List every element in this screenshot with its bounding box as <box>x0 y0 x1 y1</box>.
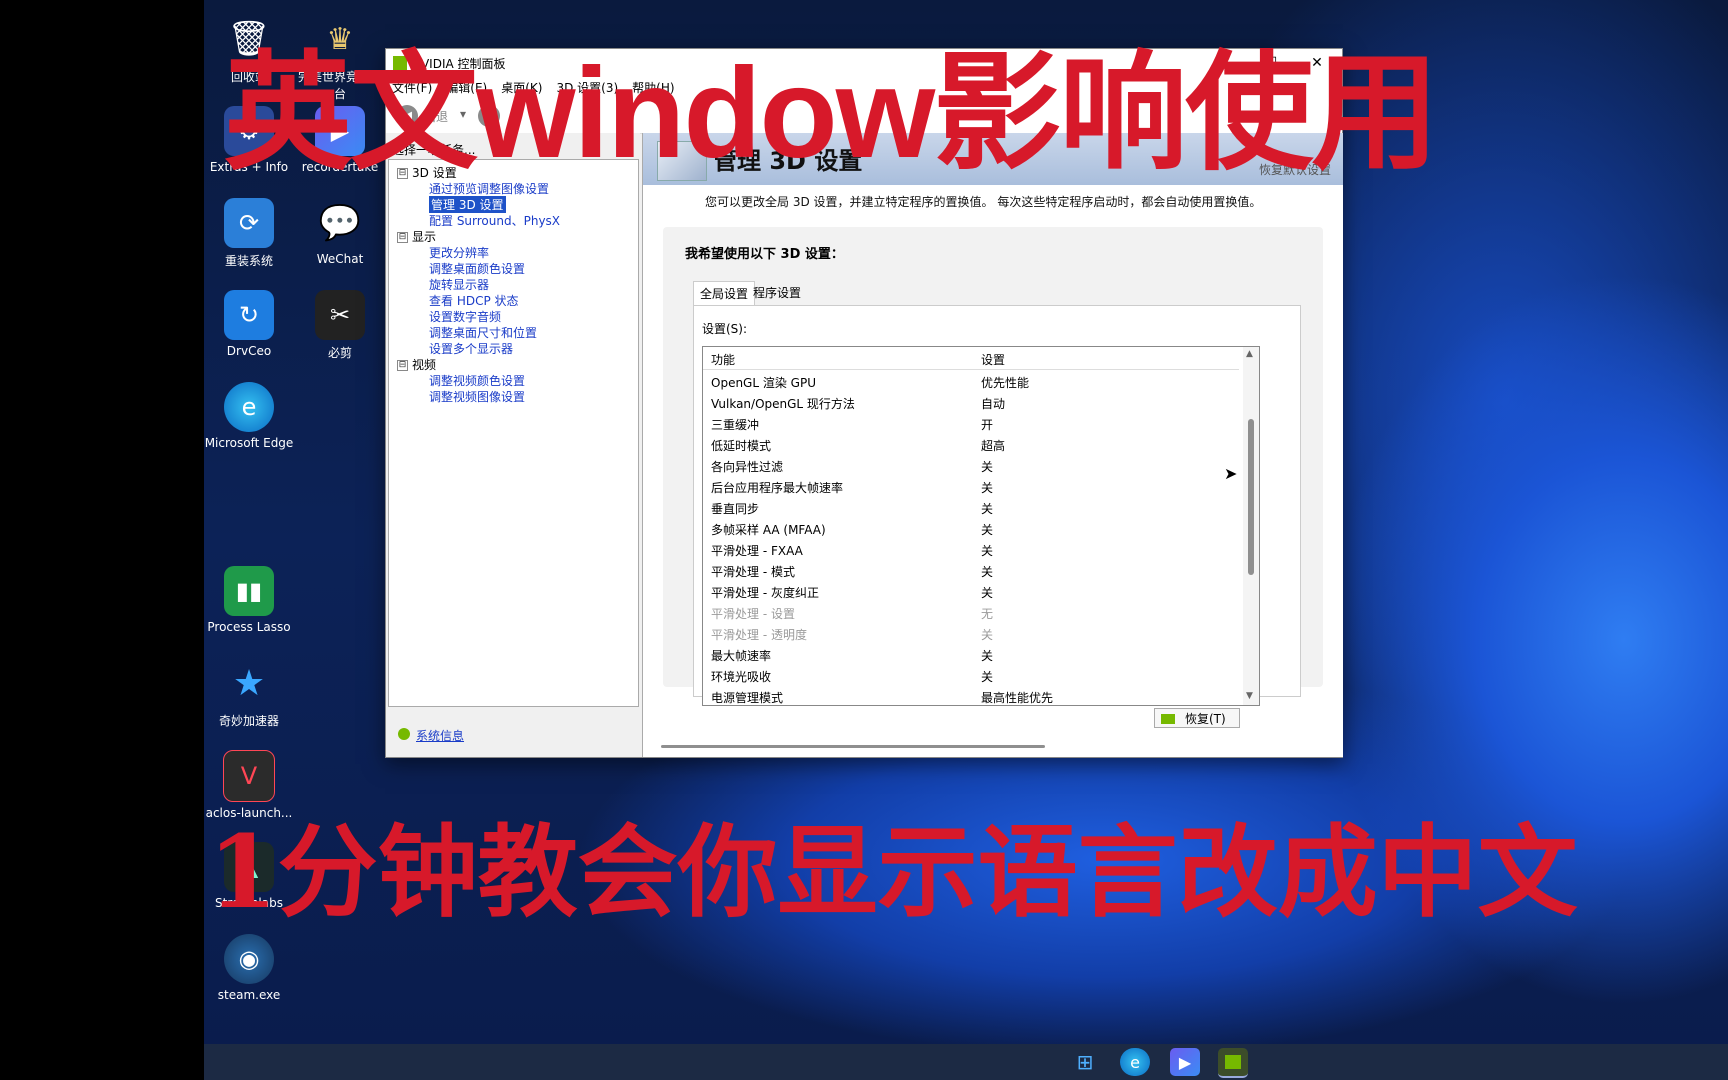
desktop-icon-reinstall-system[interactable]: ⟳ 重装系统 <box>204 198 294 269</box>
settings-row[interactable]: 平滑处理 - 模式关 <box>703 560 1239 581</box>
tab-global-settings[interactable]: 全局设置 <box>693 281 756 306</box>
tree-item-hdcp-status[interactable]: 查看 HDCP 状态 <box>429 292 519 309</box>
tree-item-digital-audio[interactable]: 设置数字音频 <box>429 308 501 325</box>
process-lasso-icon: ▮▮ <box>224 566 274 616</box>
restore-button[interactable]: 恢复(T) <box>1154 708 1240 728</box>
wechat-icon: 💬 <box>318 203 362 243</box>
page-description: 您可以更改全局 3D 设置，并建立特定程序的置换值。 每次这些特定程序启动时，都… <box>705 195 1262 209</box>
tree-item-change-resolution[interactable]: 更改分辨率 <box>429 244 489 261</box>
overlay-caption-bottom: 1分钟教会你显示语言改成中文 <box>208 813 1578 931</box>
taskbar-edge-icon[interactable]: e <box>1120 1048 1150 1076</box>
desktop-icon-bijian[interactable]: ✂ 必剪 <box>295 290 385 361</box>
restore-icon <box>1161 714 1175 724</box>
desktop-icon-wechat[interactable]: 💬 WeChat <box>295 198 385 266</box>
column-setting[interactable]: 设置 <box>981 351 1005 368</box>
tree-item-manage-3d-settings[interactable]: 管理 3D 设置 <box>429 196 506 213</box>
desktop-icon-drvceo[interactable]: ↻ DrvCeo <box>204 290 294 358</box>
settings-row[interactable]: 平滑处理 - 灰度纠正关 <box>703 581 1239 602</box>
taskbar-nvidia-icon[interactable] <box>1218 1048 1248 1078</box>
desktop-icon-valorant-launcher[interactable]: V aclos-launch... <box>204 750 294 820</box>
settings-row[interactable]: OpenGL 渲染 GPU 优先性能 <box>703 371 1239 392</box>
settings-label: 设置(S): <box>702 322 748 336</box>
column-feature[interactable]: 功能 <box>711 351 735 368</box>
settings-row-disabled: 平滑处理 - 设置无 <box>711 607 994 621</box>
settings-row[interactable]: 多帧采样 AA (MFAA) 关 <box>703 518 1239 539</box>
desktop-icon-edge[interactable]: e Microsoft Edge <box>204 382 294 450</box>
settings-row[interactable]: 后台应用程序最大帧速率关 <box>703 476 1239 497</box>
settings-row[interactable]: Vulkan/OpenGL 现行方法 自动 <box>703 392 1239 413</box>
tree-item-video-color[interactable]: 调整视频颜色设置 <box>429 372 525 389</box>
valorant-icon: V <box>223 750 275 802</box>
tree-item-desktop-size-position[interactable]: 调整桌面尺寸和位置 <box>429 324 537 341</box>
desktop-icon-steam[interactable]: ◉ steam.exe <box>204 934 294 1002</box>
taskbar: ⊞ e ▶ <box>204 1044 1728 1080</box>
global-settings-body: 设置(S): 功能 设置 OpenGL 渲染 GPU 优先性能 Vulkan/Op… <box>693 305 1301 728</box>
tree-item-configure-surround-physx[interactable]: 配置 Surround、PhysX <box>429 212 560 229</box>
overlay-caption-top: 英文window影响使用 <box>224 42 1439 185</box>
collapse-icon[interactable]: ⊟ <box>397 360 408 371</box>
scroll-down-icon[interactable]: ▼ <box>1246 691 1253 701</box>
scrollbar-thumb[interactable] <box>1248 419 1254 575</box>
bijian-icon: ✂ <box>315 290 365 340</box>
nvidia-taskbar-logo-icon <box>1225 1055 1241 1069</box>
tree-item-desktop-color[interactable]: 调整桌面颜色设置 <box>429 260 525 277</box>
list-header: 功能 设置 <box>703 347 1239 370</box>
settings-row[interactable]: 低延时模式 超高 <box>703 434 1239 455</box>
reinstall-system-icon: ⟳ <box>224 198 274 248</box>
steam-icon: ◉ <box>224 934 274 984</box>
settings-row[interactable]: 各向异性过滤关 <box>703 455 1239 476</box>
settings-row[interactable]: 环境光吸收关 <box>703 665 1239 686</box>
settings-row[interactable]: 电源管理模式 最高性能优先 <box>703 686 1239 705</box>
system-information-link[interactable]: 系统信息 <box>416 727 464 744</box>
tree-group-display[interactable]: ⊟ 显示 <box>397 228 436 245</box>
desktop-icon-qimiao[interactable]: ★ 奇妙加速器 <box>204 658 294 729</box>
edge-icon: e <box>224 382 274 432</box>
mouse-cursor-icon: ➤ <box>1224 464 1238 483</box>
start-windows-icon[interactable]: ⊞ <box>1070 1048 1100 1076</box>
task-panel: 选择一项任务... ⊟ 3D 设置 通过预览调整图像设置 管理 3D 设置 配置 … <box>386 133 640 757</box>
list-scrollbar[interactable]: ▲ ▼ <box>1243 347 1259 705</box>
tree-item-multiple-displays[interactable]: 设置多个显示器 <box>429 340 513 357</box>
scroll-up-icon[interactable]: ▲ <box>1246 349 1253 359</box>
tree-group-video[interactable]: ⊟ 视频 <box>397 356 436 373</box>
collapse-icon[interactable]: ⊟ <box>397 232 408 243</box>
panel-title: 我希望使用以下 3D 设置： <box>685 247 844 262</box>
settings-row[interactable]: 垂直同步关 <box>703 497 1239 518</box>
desktop-icon-process-lasso[interactable]: ▮▮ Process Lasso <box>204 566 294 634</box>
page-horizontal-scrollbar[interactable] <box>661 745 1045 748</box>
drvceo-icon: ↻ <box>224 290 274 340</box>
tree-item-rotate-display[interactable]: 旋转显示器 <box>429 276 489 293</box>
tab-program-settings[interactable]: 程序设置 <box>747 281 807 305</box>
taskbar-recorder-icon[interactable]: ▶ <box>1170 1048 1200 1076</box>
tree-item-video-image[interactable]: 调整视频图像设置 <box>429 388 525 405</box>
settings-row[interactable]: 三重缓冲开 <box>703 413 1239 434</box>
qimiao-accelerator-icon: ★ <box>232 662 266 704</box>
settings-row[interactable]: 平滑处理 - FXAA 关 <box>703 539 1239 560</box>
task-tree: ⊟ 3D 设置 通过预览调整图像设置 管理 3D 设置 配置 Surround、P… <box>388 159 639 707</box>
settings-row-disabled: 平滑处理 - 透明度关 <box>711 628 994 642</box>
settings-list: 功能 设置 OpenGL 渲染 GPU 优先性能 Vulkan/OpenGL 现行… <box>702 346 1260 706</box>
manage-3d-settings-page: 管理 3D 设置 恢复默认设置 您可以更改全局 3D 设置，并建立特定程序的置换… <box>642 133 1343 757</box>
settings-row[interactable]: 最大帧速率关 <box>703 644 1239 665</box>
settings-panel: 我希望使用以下 3D 设置： 全局设置 程序设置 设置(S): 功能 设置 Op… <box>663 227 1323 728</box>
info-icon <box>398 728 410 740</box>
